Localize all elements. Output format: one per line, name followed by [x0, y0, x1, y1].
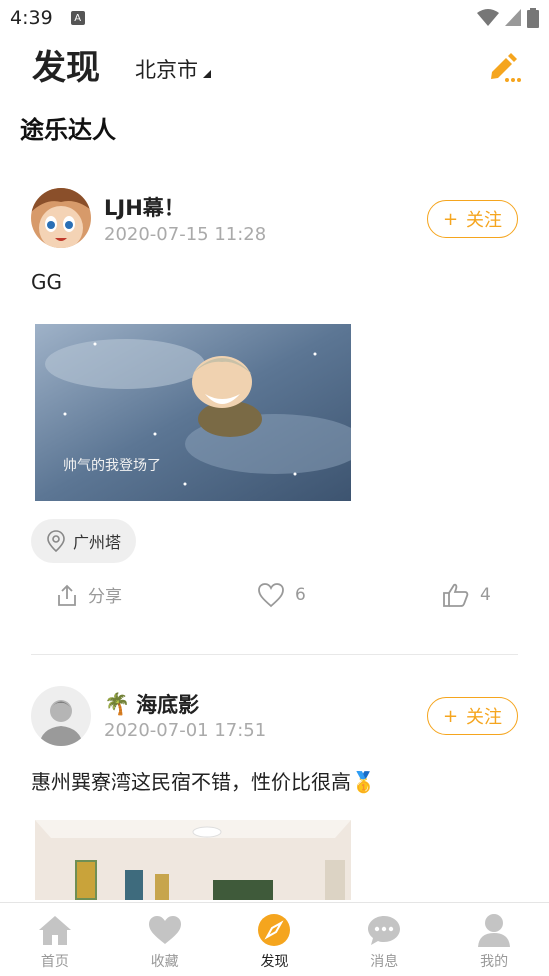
- edit-pencil-icon[interactable]: [487, 50, 523, 86]
- post-username[interactable]: 🌴 海底影: [104, 689, 199, 719]
- city-selector[interactable]: 北京市: [135, 54, 211, 84]
- share-button[interactable]: 分享: [56, 582, 122, 607]
- post-text: GG: [31, 270, 62, 294]
- page-title: 发现: [32, 48, 100, 88]
- header: 发现 北京市: [0, 36, 549, 92]
- follow-button[interactable]: + 关注: [427, 697, 518, 735]
- username-text: LJH幕！: [104, 196, 185, 220]
- heart-icon: [147, 912, 183, 948]
- post-actions: 分享 6 4: [0, 582, 549, 622]
- notification-a-icon: A: [70, 11, 85, 25]
- bottom-tab-bar: 首页 收藏 发现 消息 我的: [0, 902, 549, 976]
- home-icon: [37, 912, 73, 948]
- status-indicators: [477, 8, 539, 28]
- post-image[interactable]: 帅气的我登场了: [35, 324, 351, 501]
- location-pin-icon: [47, 530, 65, 552]
- discover-screen: 4:39 A 发现 北京市 途乐达人 LJH幕！ 2020-07-15 11:2…: [0, 0, 549, 976]
- dropdown-triangle-icon: [203, 70, 211, 78]
- status-bar: 4:39 A: [0, 0, 549, 36]
- post-date: 2020-07-15 11:28: [104, 224, 267, 245]
- plus-icon: +: [442, 705, 459, 727]
- tab-label: 我的: [480, 954, 509, 970]
- thumbs-up-button[interactable]: 4: [442, 582, 491, 608]
- tab-label: 首页: [40, 954, 69, 970]
- avatar[interactable]: [31, 188, 91, 248]
- signal-icon: [505, 9, 521, 26]
- chat-bubble-icon: [366, 912, 402, 948]
- city-label: 北京市: [135, 58, 198, 82]
- post-text: 惠州巽寮湾这民宿不错，性价比很高🥇: [31, 770, 376, 794]
- tab-profile[interactable]: 我的: [439, 903, 549, 976]
- compass-icon: [256, 912, 292, 948]
- tab-home[interactable]: 首页: [0, 903, 110, 976]
- share-label: 分享: [88, 587, 122, 607]
- palm-tree-icon: 🌴: [104, 691, 131, 716]
- follow-button[interactable]: + 关注: [427, 200, 518, 238]
- follow-label: 关注: [466, 707, 503, 728]
- username-text: 海底影: [136, 693, 200, 717]
- tab-label: 发现: [260, 954, 289, 970]
- follow-label: 关注: [466, 210, 503, 231]
- thumbs-count: 4: [480, 585, 491, 605]
- user-icon: [476, 912, 512, 948]
- like-count: 6: [295, 585, 306, 605]
- post-date: 2020-07-01 17:51: [104, 720, 267, 741]
- status-time: 4:39: [10, 7, 53, 29]
- avatar[interactable]: [31, 686, 91, 746]
- like-button[interactable]: 6: [257, 582, 306, 608]
- plus-icon: +: [442, 208, 459, 230]
- thumbs-up-icon: [443, 583, 469, 607]
- post-divider: [31, 654, 518, 655]
- tab-label: 消息: [370, 954, 399, 970]
- tab-favorites[interactable]: 收藏: [110, 903, 220, 976]
- wifi-icon: [477, 9, 499, 26]
- post-image[interactable]: [35, 820, 351, 900]
- location-label: 广州塔: [73, 533, 122, 552]
- battery-icon: [527, 8, 539, 28]
- post-username[interactable]: LJH幕！: [104, 192, 185, 222]
- section-title: 途乐达人: [20, 116, 116, 144]
- tab-label: 收藏: [150, 954, 179, 970]
- location-tag[interactable]: 广州塔: [31, 519, 137, 563]
- heart-outline-icon: [258, 583, 284, 608]
- share-icon: [58, 584, 76, 606]
- tab-messages[interactable]: 消息: [329, 903, 439, 976]
- image-caption: 帅气的我登场了: [63, 458, 161, 474]
- tab-discover[interactable]: 发现: [220, 903, 330, 976]
